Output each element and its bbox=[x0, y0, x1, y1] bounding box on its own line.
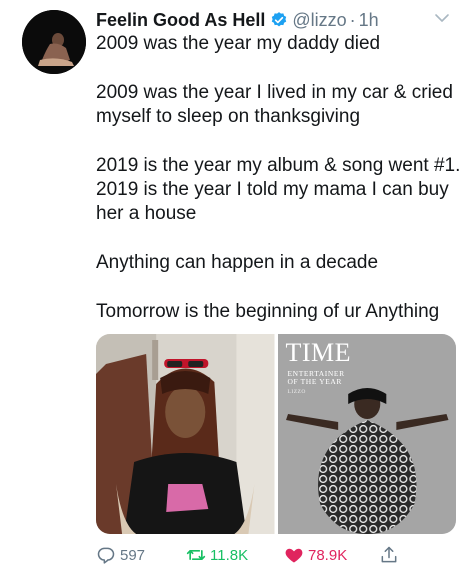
handle[interactable]: @lizzo bbox=[292, 10, 346, 31]
display-name[interactable]: Feelin Good As Hell bbox=[96, 10, 265, 31]
like-button[interactable]: 78.9K bbox=[284, 545, 347, 565]
retweet-icon bbox=[186, 550, 206, 560]
avatar[interactable] bbox=[22, 10, 86, 74]
reply-icon bbox=[97, 547, 115, 564]
verified-badge-icon bbox=[272, 12, 287, 27]
tweet-media[interactable]: TIME Entertainer of the Year LIZZO bbox=[96, 334, 456, 534]
tweet-paragraph: 2019 is the year my album & song went #1… bbox=[96, 155, 461, 224]
separator-dot: · bbox=[349, 9, 356, 30]
reply-count: 597 bbox=[120, 546, 146, 564]
tweet-paragraph: Anything can happen in a decade bbox=[96, 252, 379, 273]
time-cover-name: LIZZO bbox=[287, 389, 306, 395]
time-cover-title-line: of the Year bbox=[287, 377, 343, 386]
reply-button[interactable]: 597 bbox=[96, 545, 145, 565]
share-icon bbox=[381, 546, 397, 563]
like-count: 78.9K bbox=[308, 546, 348, 564]
tweet-text: 2009 was the year my daddy died 2009 was… bbox=[96, 32, 466, 349]
chevron-down-icon[interactable] bbox=[434, 10, 450, 26]
time-cover-overlay: TIME Entertainer of the Year LIZZO bbox=[278, 334, 457, 534]
avatar-image bbox=[22, 10, 86, 74]
share-button[interactable] bbox=[379, 545, 403, 565]
time-logo: TIME bbox=[285, 338, 352, 367]
tweet-paragraph: Tomorrow is the beginning of ur Anything bbox=[96, 301, 440, 322]
tweet-paragraph: 2009 was the year I lived in my car & cr… bbox=[96, 82, 453, 127]
tweet-paragraph: 2009 was the year my daddy died bbox=[96, 33, 381, 54]
timestamp[interactable]: 1h bbox=[359, 10, 379, 31]
retweet-button[interactable]: 11.8K bbox=[186, 545, 248, 565]
heart-icon bbox=[285, 548, 303, 563]
time-cover-title: Entertainer of the Year bbox=[288, 370, 345, 386]
selfie-image bbox=[96, 334, 275, 534]
media-photo-selfie[interactable] bbox=[96, 334, 275, 534]
retweet-count: 11.8K bbox=[210, 546, 249, 564]
tweet-header: Feelin Good As Hell @lizzo · 1h bbox=[96, 8, 464, 32]
media-photo-time-cover[interactable]: TIME Entertainer of the Year LIZZO bbox=[277, 334, 457, 534]
tweet-actions: 597 11.8K 78.9K bbox=[96, 543, 416, 567]
